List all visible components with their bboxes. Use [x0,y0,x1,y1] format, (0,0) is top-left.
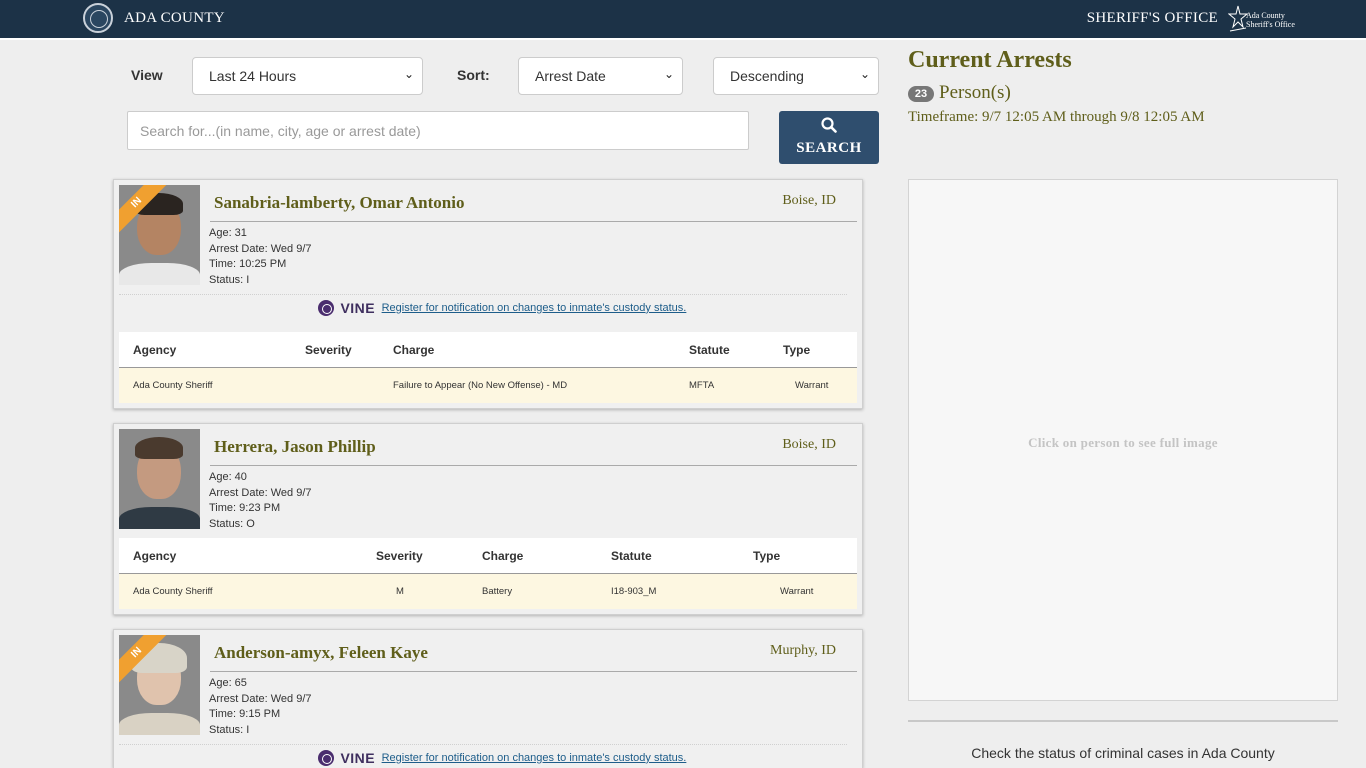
arrest-card[interactable]: IN Sanabria-lamberty, Omar Antonio Boise… [113,179,863,409]
search-input[interactable] [127,111,749,150]
top-header: ADA COUNTY SHERIFF'S OFFICE Ada County S… [0,0,1366,40]
vine-register-link[interactable]: Register for notification on changes to … [382,752,687,764]
person-time: Time: 9:15 PM [209,708,281,721]
charge-type: Warrant [795,380,829,391]
column-header-statute: Statute [611,549,652,563]
vine-notification: VINE Register for notification on change… [119,744,847,768]
chevron-down-icon: ⌄ [859,67,870,81]
charge-description: Failure to Appear (No New Offense) - MD [393,380,568,391]
column-header-charge: Charge [482,549,524,563]
view-label: View [131,67,163,83]
vine-logo-icon [318,749,334,766]
sort-label: Sort: [457,67,490,83]
divider [908,720,1338,722]
sort-select[interactable]: Arrest Date ⌄ [518,57,683,95]
person-time: Time: 10:25 PM [209,258,287,271]
charge-agency: Ada County Sheriff [133,586,213,597]
charge-agency: Ada County Sheriff [133,380,213,391]
person-status: Status: I [209,724,250,737]
charge-statute: I18-903_M [611,586,657,597]
sheriff-logo[interactable]: Ada County Sheriff's Office [1228,4,1295,34]
vine-logo-icon [318,299,334,316]
person-city: Boise, ID [782,437,836,452]
divider [210,465,857,466]
person-age: Age: 31 [209,227,247,239]
search-icon [821,117,837,133]
vine-logo-text: VINE [340,299,376,316]
chevron-down-icon: ⌄ [403,67,414,81]
charge-statute: MFTA [689,380,715,391]
vine-notification: VINE Register for notification on change… [119,294,847,319]
search-button-label: SEARCH [796,140,862,156]
person-details: Age: 31 Arrest Date: Wed 9/7 Time: 10:25… [209,226,312,289]
case-status-text[interactable]: Check the status of criminal cases in Ad… [908,745,1338,761]
arrest-card[interactable]: IN Anderson-amyx, Feleen Kaye Murphy, ID… [113,629,863,768]
column-header-type: Type [783,343,811,357]
person-name[interactable]: Herrera, Jason Phillip [214,437,376,457]
divider [210,221,857,222]
person-details: Age: 65 Arrest Date: Wed 9/7 Time: 9:15 … [209,676,312,739]
column-header-agency: Agency [133,549,177,563]
person-status: Status: O [209,518,255,531]
person-name[interactable]: Anderson-amyx, Feleen Kaye [214,643,428,663]
order-select-value: Descending [730,68,804,84]
image-viewer-panel: Click on person to see full image [908,179,1338,701]
viewer-hint: Click on person to see full image [1028,435,1218,450]
person-arrest-date: Arrest Date: Wed 9/7 [209,242,312,255]
person-city: Murphy, ID [770,643,836,658]
sheriff-office-name[interactable]: SHERIFF'S OFFICE [1087,10,1218,27]
charge-row: Ada County Sheriff Failure to Appear (No… [119,368,857,403]
divider [210,671,857,672]
column-header-severity: Severity [305,343,352,357]
logo-line-2: Sheriff's Office [1246,20,1295,29]
column-header-type: Type [753,549,781,563]
view-select[interactable]: Last 24 Hours ⌄ [192,57,423,95]
person-status: Status: I [209,274,250,287]
person-age: Age: 40 [209,471,247,483]
charges-table: Agency Severity Charge Statute Type Ada … [119,538,857,609]
charge-severity: M [396,586,404,597]
person-name[interactable]: Sanabria-lamberty, Omar Antonio [214,193,464,213]
sort-select-value: Arrest Date [535,68,606,84]
mugshot-image[interactable]: IN [119,635,200,735]
charge-row: Ada County Sheriff M Battery I18-903_M W… [119,574,857,609]
person-time: Time: 9:23 PM [209,502,281,515]
chevron-down-icon: ⌄ [663,67,674,81]
mugshot-image[interactable] [119,429,200,529]
person-count-badge: 23 [908,86,934,102]
timeframe-text: Timeframe: 9/7 12:05 AM through 9/8 12:0… [908,109,1205,125]
charges-header-row: Agency Severity Charge Statute Type [119,538,857,574]
person-arrest-date: Arrest Date: Wed 9/7 [209,486,312,499]
vine-logo-text: VINE [340,749,376,766]
page-title: Current Arrests [908,47,1072,73]
persons-label: Person(s) [939,82,1011,103]
mugshot-image[interactable]: IN [119,185,200,285]
search-button[interactable]: SEARCH [779,111,879,164]
person-age: Age: 65 [209,677,247,689]
order-select[interactable]: Descending ⌄ [713,57,879,95]
person-details: Age: 40 Arrest Date: Wed 9/7 Time: 9:23 … [209,470,312,533]
charges-table: Agency Severity Charge Statute Type Ada … [119,332,857,403]
column-header-agency: Agency [133,343,177,357]
charge-type: Warrant [780,586,814,597]
arrest-card[interactable]: Herrera, Jason Phillip Boise, ID Age: 40… [113,423,863,615]
person-city: Boise, ID [782,193,836,208]
county-seal-icon[interactable] [83,3,113,33]
sheriff-star-icon [1228,5,1248,32]
logo-line-1: Ada County [1246,11,1285,20]
vine-register-link[interactable]: Register for notification on changes to … [382,302,687,314]
view-select-value: Last 24 Hours [209,68,297,84]
column-header-statute: Statute [689,343,730,357]
column-header-charge: Charge [393,343,435,357]
charge-description: Battery [482,586,513,597]
person-arrest-date: Arrest Date: Wed 9/7 [209,692,312,705]
county-name[interactable]: ADA COUNTY [124,10,225,27]
column-header-severity: Severity [376,549,423,563]
charges-header-row: Agency Severity Charge Statute Type [119,332,857,368]
